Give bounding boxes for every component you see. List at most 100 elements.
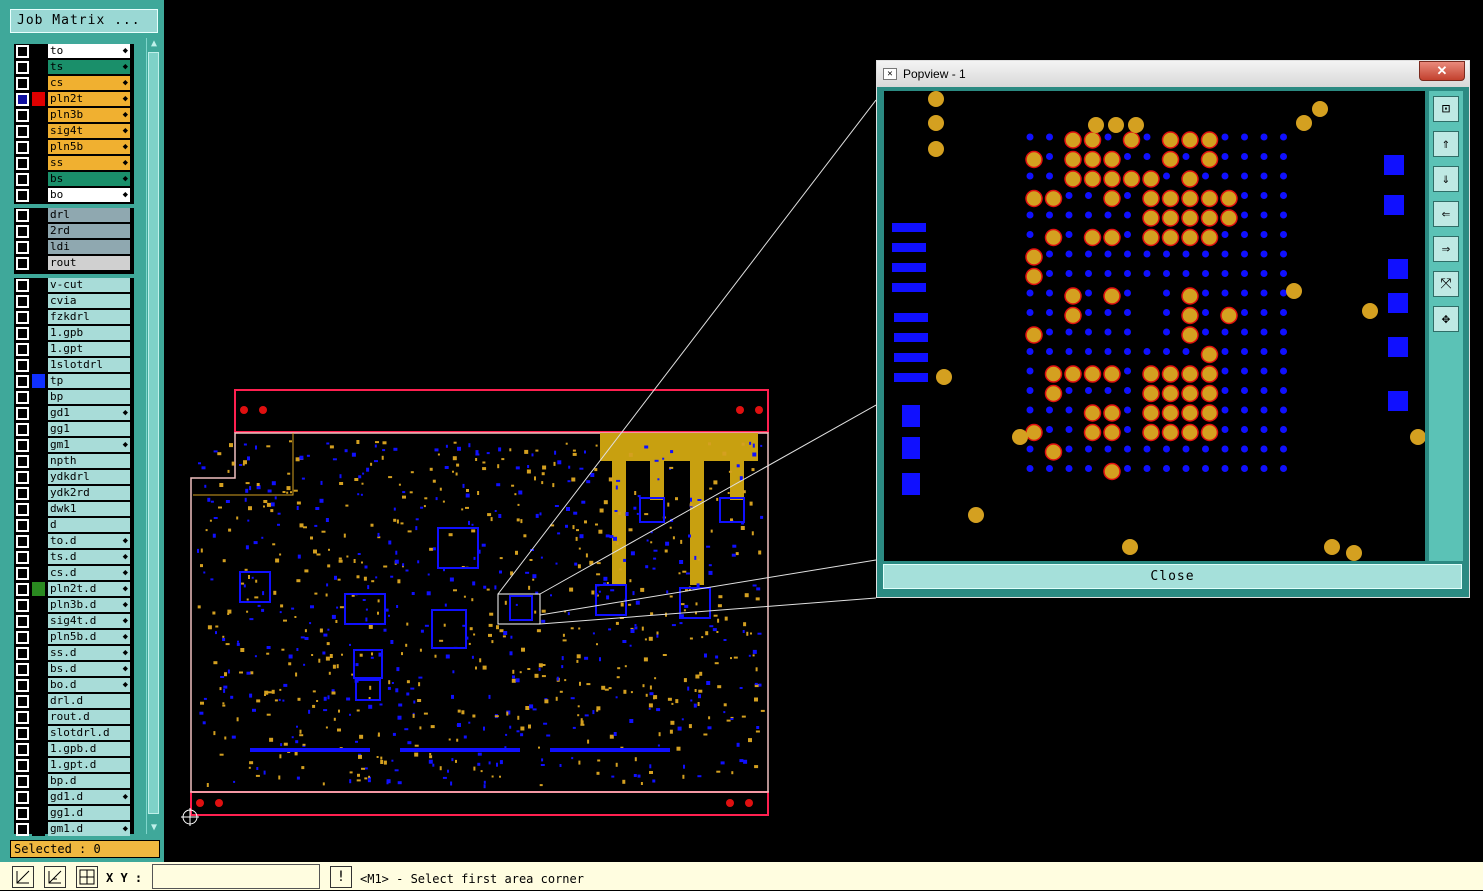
layer-color-swatch[interactable] (32, 742, 45, 756)
popview-titlebar[interactable]: ✕ Popview - 1 ✕ (877, 61, 1469, 87)
layer-row-gg1-d[interactable]: gg1.d (14, 806, 134, 821)
layer-checkbox[interactable] (16, 375, 29, 388)
layer-color-swatch[interactable] (32, 326, 45, 340)
layer-color-swatch[interactable] (32, 406, 45, 420)
layer-color-swatch[interactable] (32, 438, 45, 452)
layer-row-slotdrl-d[interactable]: slotdrl.d (14, 726, 134, 741)
layer-color-swatch[interactable] (32, 454, 45, 468)
layer-row-1-gpb-d[interactable]: 1.gpb.d (14, 742, 134, 757)
layer-name[interactable]: ydk2rd (48, 486, 130, 500)
layer-row-gg1[interactable]: gg1 (14, 422, 134, 437)
layer-row-gm1-d[interactable]: gm1.d ◆ (14, 822, 134, 837)
layer-checkbox[interactable] (16, 77, 29, 90)
layer-row-fzkdrl[interactable]: fzkdrl (14, 310, 134, 325)
layer-name[interactable]: npth (48, 454, 130, 468)
layer-checkbox[interactable] (16, 711, 29, 724)
layer-row-ts[interactable]: ts ◆ (14, 60, 134, 75)
layer-checkbox[interactable] (16, 567, 29, 580)
layer-color-swatch[interactable] (32, 534, 45, 548)
layer-checkbox[interactable] (16, 257, 29, 270)
layer-name[interactable]: slotdrl.d (48, 726, 130, 740)
layer-color-swatch[interactable] (32, 502, 45, 516)
layer-row-1-gpt[interactable]: 1.gpt (14, 342, 134, 357)
message-button[interactable]: ! (330, 866, 352, 888)
move-left-icon[interactable]: ⇐ (1433, 201, 1459, 227)
xy-input[interactable] (152, 864, 320, 889)
layer-name[interactable]: cs.d ◆ (48, 566, 130, 580)
layer-color-swatch[interactable] (32, 44, 45, 58)
layer-row-drl-d[interactable]: drl.d (14, 694, 134, 709)
layer-checkbox[interactable] (16, 407, 29, 420)
layer-name[interactable]: 1slotdrl (48, 358, 130, 372)
layer-checkbox[interactable] (16, 423, 29, 436)
layer-name[interactable]: cs ◆ (48, 76, 130, 90)
layer-color-swatch[interactable] (32, 278, 45, 292)
layer-name[interactable]: bp (48, 390, 130, 404)
layer-name[interactable]: cvia (48, 294, 130, 308)
layer-checkbox[interactable] (16, 109, 29, 122)
layer-color-swatch[interactable] (32, 294, 45, 308)
layer-row-sig4t-d[interactable]: sig4t.d ◆ (14, 614, 134, 629)
layer-name[interactable]: gd1 ◆ (48, 406, 130, 420)
layer-color-swatch[interactable] (32, 758, 45, 772)
layer-color-swatch[interactable] (32, 76, 45, 90)
layer-color-swatch[interactable] (32, 774, 45, 788)
layer-checkbox[interactable] (16, 391, 29, 404)
layer-checkbox[interactable] (16, 327, 29, 340)
layer-color-swatch[interactable] (32, 550, 45, 564)
layer-name[interactable]: pln2t.d ◆ (48, 582, 130, 596)
layer-checkbox[interactable] (16, 189, 29, 202)
layer-name[interactable]: pln5b.d ◆ (48, 630, 130, 644)
layer-name[interactable]: to.d ◆ (48, 534, 130, 548)
layer-checkbox[interactable] (16, 241, 29, 254)
layer-row-ss-d[interactable]: ss.d ◆ (14, 646, 134, 661)
layer-name[interactable]: to ◆ (48, 44, 130, 58)
move-up-icon[interactable]: ⇑ (1433, 131, 1459, 157)
layer-row-gd1[interactable]: gd1 ◆ (14, 406, 134, 421)
layer-row-pln5b-d[interactable]: pln5b.d ◆ (14, 630, 134, 645)
layer-name[interactable]: 1.gpt.d (48, 758, 130, 772)
layer-checkbox[interactable] (16, 157, 29, 170)
layer-color-swatch[interactable] (32, 60, 45, 74)
layer-color-swatch[interactable] (32, 422, 45, 436)
layer-name[interactable]: 1.gpb.d (48, 742, 130, 756)
layer-name[interactable]: gm1.d ◆ (48, 822, 130, 836)
layer-checkbox[interactable] (16, 823, 29, 836)
layer-color-swatch[interactable] (32, 630, 45, 644)
pan-icon[interactable]: ✥ (1433, 306, 1459, 332)
layer-row-ydkdrl[interactable]: ydkdrl (14, 470, 134, 485)
layer-name[interactable]: ts ◆ (48, 60, 130, 74)
layer-checkbox[interactable] (16, 679, 29, 692)
layer-checkbox[interactable] (16, 61, 29, 74)
layer-color-swatch[interactable] (32, 518, 45, 532)
layer-color-swatch[interactable] (32, 470, 45, 484)
layer-checkbox[interactable] (16, 439, 29, 452)
layer-scrollbar[interactable]: ▲ ▼ (146, 38, 161, 834)
layer-checkbox[interactable] (16, 551, 29, 564)
layer-color-swatch[interactable] (32, 156, 45, 170)
layer-checkbox[interactable] (16, 663, 29, 676)
layer-name[interactable]: gm1 ◆ (48, 438, 130, 452)
layer-color-swatch[interactable] (32, 240, 45, 254)
layer-name[interactable]: bp.d (48, 774, 130, 788)
layer-name[interactable]: sig4t ◆ (48, 124, 130, 138)
layer-color-swatch[interactable] (32, 582, 45, 596)
layer-checkbox[interactable] (16, 615, 29, 628)
layer-checkbox[interactable] (16, 359, 29, 372)
popview-window[interactable]: ✕ Popview - 1 ✕ ⊡ ⇑ ⇓ ⇐ ⇒ ⤧ ✥ Close (876, 60, 1470, 598)
layer-row-bp[interactable]: bp (14, 390, 134, 405)
layer-color-swatch[interactable] (32, 566, 45, 580)
zoom-fit-icon[interactable]: ⤧ (1433, 271, 1459, 297)
layer-row-pln3b-d[interactable]: pln3b.d ◆ (14, 598, 134, 613)
layer-name[interactable]: 2rd (48, 224, 130, 238)
layer-name[interactable]: 1.gpt (48, 342, 130, 356)
layer-checkbox[interactable] (16, 93, 29, 106)
layer-row-pln3b[interactable]: pln3b ◆ (14, 108, 134, 123)
layer-name[interactable]: 1.gpb (48, 326, 130, 340)
layer-checkbox[interactable] (16, 535, 29, 548)
layer-name[interactable]: gg1 (48, 422, 130, 436)
select-tool-icon[interactable] (12, 866, 34, 888)
layer-name[interactable]: pln3b ◆ (48, 108, 130, 122)
layer-row-1-gpb[interactable]: 1.gpb (14, 326, 134, 341)
layer-row-gd1-d[interactable]: gd1.d ◆ (14, 790, 134, 805)
